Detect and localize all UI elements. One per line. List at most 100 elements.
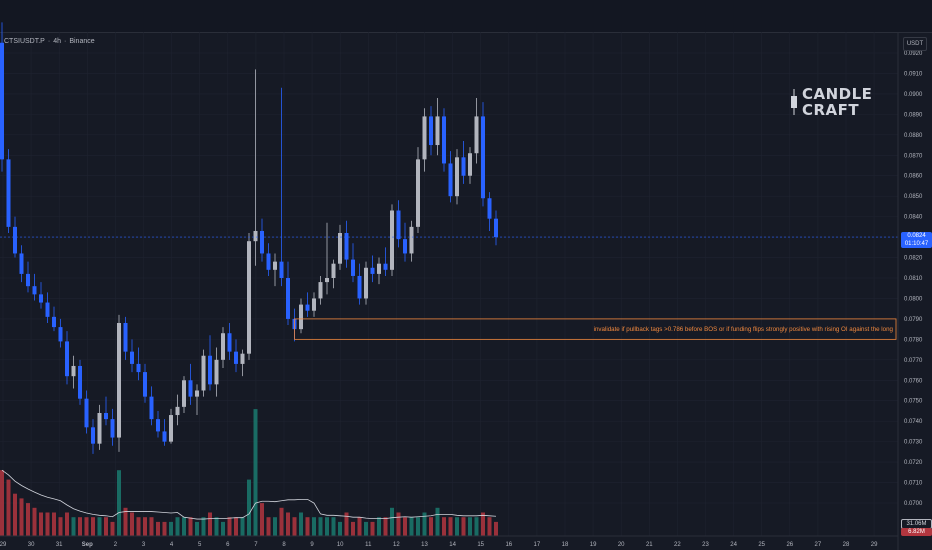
time-tick-label: 29 [0, 542, 7, 548]
candle-icon [790, 89, 798, 115]
volume-ma-tag: 6.82M [901, 528, 932, 536]
candle-body [364, 267, 368, 299]
grid [0, 32, 898, 536]
volume-bar [32, 507, 37, 536]
candle-body [58, 327, 63, 342]
volume-bar [325, 517, 329, 536]
candle-body [266, 253, 271, 270]
time-tick-label: 10 [337, 542, 344, 548]
volume-bar [169, 521, 173, 536]
candle-body [481, 116, 485, 199]
volume-bar [260, 503, 264, 536]
time-tick-label: 20 [618, 542, 625, 548]
volume-bar [104, 517, 108, 536]
candle-body [279, 261, 284, 278]
candle-body [208, 355, 212, 385]
candle-body [52, 316, 56, 328]
candle-body [494, 218, 498, 238]
price-tick-label: 0.0860 [904, 174, 923, 180]
price-tick-label: 0.0850 [904, 194, 923, 200]
candle-body [201, 355, 206, 391]
volume-bar [156, 521, 160, 536]
volume-bar [143, 517, 147, 536]
candle-body [338, 233, 342, 264]
candle-body [390, 210, 394, 270]
volume-bar [201, 517, 206, 536]
candle-body [435, 116, 440, 146]
candle-body [383, 263, 388, 270]
price-tick-label: 0.0880 [904, 133, 923, 139]
volume-bar [338, 521, 342, 536]
volume-bar [39, 512, 43, 536]
candle-body [461, 157, 466, 176]
volume-bar [435, 507, 440, 536]
candle-body [175, 406, 180, 416]
candle-body [247, 241, 251, 354]
candle-body [214, 359, 219, 385]
invalidation-zone: invalidate if pullback tags >0.786 befor… [294, 318, 897, 340]
volume-bar [403, 517, 407, 536]
price-chart[interactable]: invalidate if pullback tags >0.786 befor… [0, 0, 932, 550]
volume-bar [227, 517, 232, 536]
price-tick-label: 0.0790 [904, 317, 923, 323]
candle-body [221, 333, 225, 360]
candle-body [195, 390, 199, 397]
volume-bar [461, 517, 466, 536]
volume-bar [136, 517, 141, 536]
price-tick-label: 0.0810 [904, 276, 923, 282]
volume-bar [45, 512, 50, 536]
candle-body [474, 116, 479, 154]
currency-label[interactable]: USDT [903, 37, 927, 51]
time-tick-label: 4 [170, 542, 174, 548]
candle-body [377, 263, 381, 274]
candle-body [227, 333, 232, 352]
volume-bar [71, 517, 76, 536]
candle-body [104, 413, 108, 420]
symbol-title[interactable]: CTSIUSDT.P · 4h · Binance [4, 38, 98, 45]
candle-body [32, 286, 37, 295]
candle-body [6, 159, 11, 227]
time-tick-label: 16 [505, 542, 512, 548]
volume-bar [442, 517, 446, 536]
price-tick-label: 0.0750 [904, 399, 923, 405]
time-tick-label: 17 [534, 542, 541, 548]
price-tick-label: 0.0820 [904, 256, 923, 262]
volume-bar [409, 517, 414, 536]
time-tick-label: 27 [815, 542, 822, 548]
price-tick-label: 0.0780 [904, 337, 923, 343]
separator-1: · [47, 38, 51, 45]
price-tick-label: 0.0740 [904, 419, 923, 425]
candle-body [455, 157, 459, 197]
volume-bar [357, 517, 362, 536]
candle-body [234, 351, 238, 364]
candle-body [84, 398, 89, 428]
volume-bar [195, 521, 199, 536]
candle-body [97, 413, 102, 444]
candle-body [117, 323, 121, 438]
candle-body [240, 353, 245, 364]
logo-wordmark: CANDLE CRAFT [802, 86, 872, 118]
volume-bar [221, 521, 225, 536]
volume-bar [364, 521, 368, 536]
volume-bar [305, 517, 310, 536]
candle-body [429, 116, 433, 146]
volume-bars [0, 409, 498, 536]
candle-body [286, 278, 290, 319]
logo-line-1: CANDLE [802, 85, 873, 103]
candle-body [318, 282, 323, 299]
candle-body [169, 415, 173, 442]
candle-body [188, 380, 193, 397]
volume-bar [396, 512, 401, 536]
volume-bar [481, 512, 485, 536]
volume-bar [416, 517, 420, 536]
candle-body [305, 304, 310, 311]
candle-body [13, 226, 17, 254]
price-tick-label: 0.0910 [904, 71, 923, 77]
volume-bar [26, 503, 30, 536]
volume-bar [58, 517, 63, 536]
volume-bar [214, 517, 219, 536]
candle-body [71, 365, 76, 377]
volume-bar [494, 521, 498, 536]
time-tick-label: 24 [730, 542, 737, 548]
time-tick-label: 21 [646, 542, 653, 548]
